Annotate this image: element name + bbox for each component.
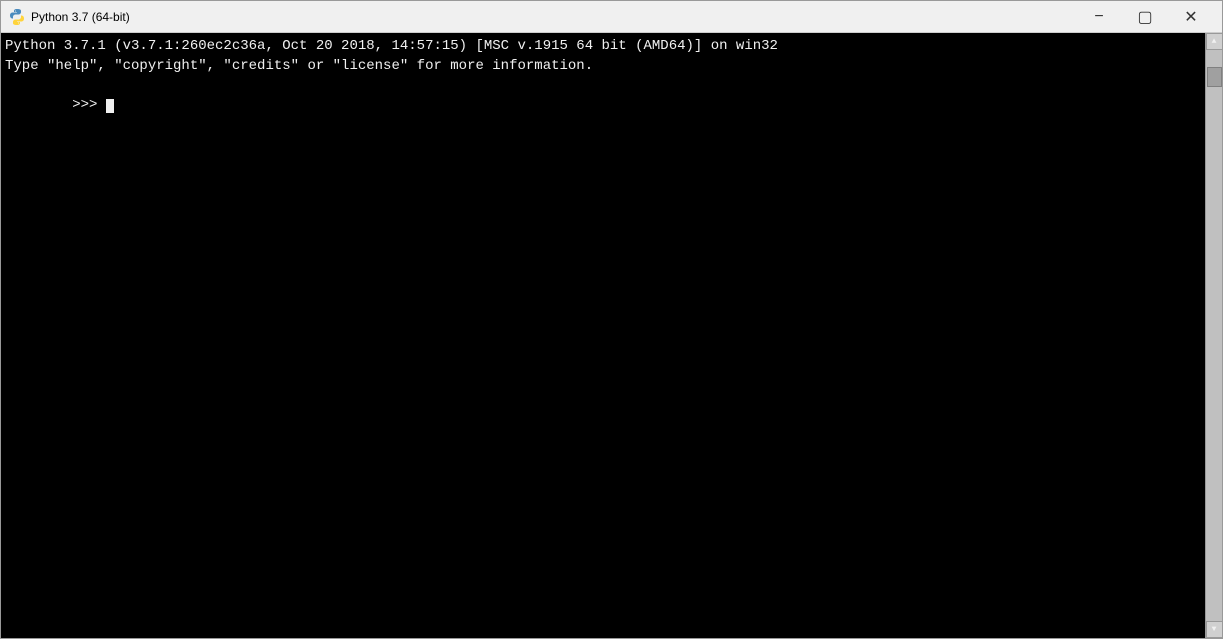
window-controls: − ▢ ✕ [1076,1,1214,33]
title-bar: Python 3.7 (64-bit) − ▢ ✕ [1,1,1222,33]
maximize-button[interactable]: ▢ [1122,1,1168,33]
console-line-2: Type "help", "copyright", "credits" or "… [5,57,1198,77]
title-bar-left: Python 3.7 (64-bit) [9,9,130,25]
console-line-1: Python 3.7.1 (v3.7.1:260ec2c36a, Oct 20 … [5,37,1198,57]
window-title: Python 3.7 (64-bit) [31,10,130,24]
minimize-icon: − [1094,8,1103,26]
scroll-down-button[interactable]: ▼ [1206,621,1223,638]
python-console-window: Python 3.7 (64-bit) − ▢ ✕ Python 3.7.1 (… [0,0,1223,639]
vertical-scrollbar[interactable]: ▲ ▼ [1205,33,1222,638]
scroll-thumb[interactable] [1207,67,1222,87]
scroll-up-button[interactable]: ▲ [1206,33,1223,50]
maximize-icon: ▢ [1137,7,1152,27]
minimize-button[interactable]: − [1076,1,1122,33]
console-cursor [106,99,114,113]
console-area[interactable]: Python 3.7.1 (v3.7.1:260ec2c36a, Oct 20 … [1,33,1222,638]
close-button[interactable]: ✕ [1168,1,1214,33]
close-icon: ✕ [1184,7,1197,27]
python-icon [9,9,25,25]
console-content: Python 3.7.1 (v3.7.1:260ec2c36a, Oct 20 … [5,37,1218,135]
console-prompt: >>> [72,97,106,113]
console-prompt-line: >>> [5,76,1198,135]
